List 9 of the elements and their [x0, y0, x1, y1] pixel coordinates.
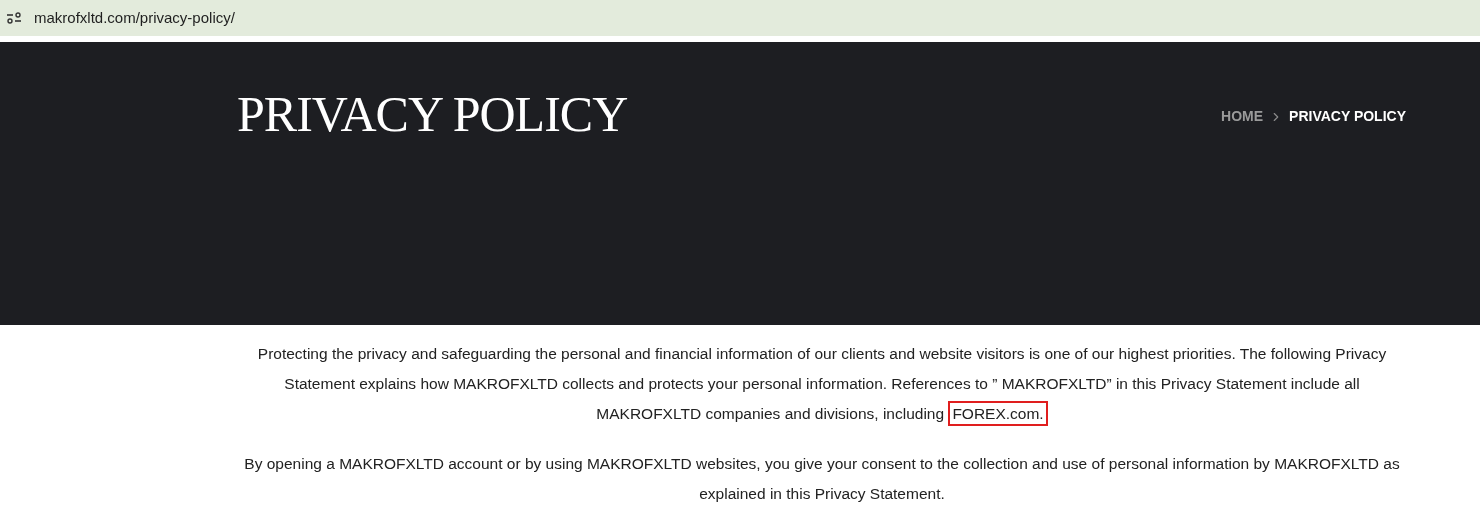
page-title: PRIVACY POLICY [237, 86, 628, 142]
settings-icon[interactable] [6, 12, 22, 24]
breadcrumb-item: PRIVACY POLICY [1289, 107, 1406, 126]
url-text: makrofxltd.com/privacy-policy/ [34, 7, 235, 28]
highlight-box: FOREX.com. [948, 401, 1048, 426]
breadcrumb-item[interactable]: HOME [1221, 106, 1264, 127]
paragraph: By opening a MAKROFXLTD account or by using MAKROFXLTD websites, you give your consent to the collection and use of personal information by MAKROFXLTD as explained in this Privacy Statement. [243, 454, 1401, 504]
paragraph: Protecting the privacy and safeguarding the personal and financial information of our clients and website visitors is one of our highest priorities. The following Privacy Statement explains how MAKROFXLTD collects and protects your personal information. References to ” MAKROFXLTD” in this Privacy Statement include all MAKROFXLTD companies and divisions, including FOREX.com. [237, 339, 1407, 429]
address-bar[interactable]: makrofxltd.com/privacy-policy/ [0, 0, 1480, 36]
